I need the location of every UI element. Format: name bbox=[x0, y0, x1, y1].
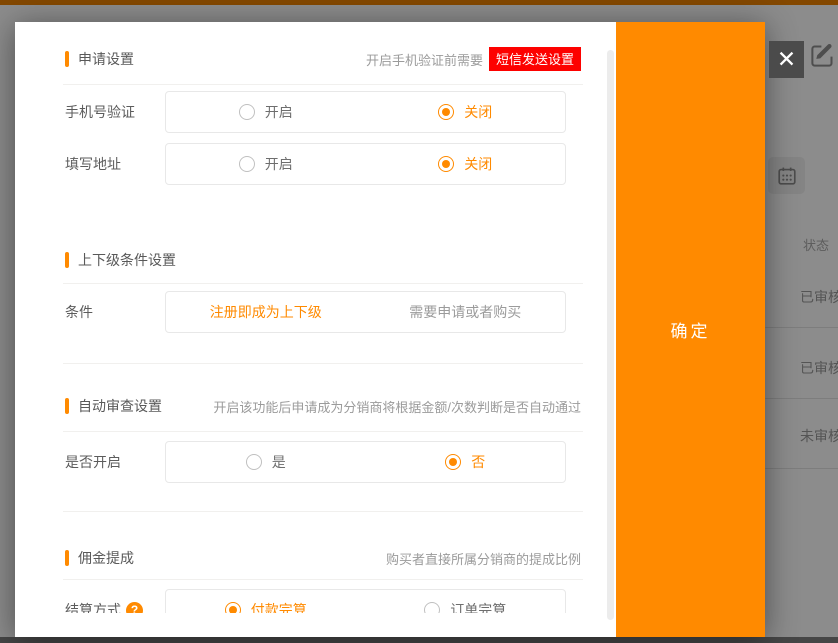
row-label: 条件 bbox=[65, 302, 165, 322]
radio-label: 是 bbox=[272, 452, 286, 472]
row-label: 填写地址 bbox=[65, 154, 165, 174]
row-phone-verify: 手机号验证 开启 关闭 bbox=[65, 91, 581, 133]
section-hint: 购买者直接所属分销商的提成比例 bbox=[386, 549, 581, 568]
radio-icon[interactable] bbox=[438, 104, 454, 120]
settings-modal: 申请设置 开启手机验证前需要 短信发送设置 手机号验证 开启 关闭 bbox=[15, 22, 765, 637]
radio-icon[interactable] bbox=[424, 602, 440, 613]
sms-settings-badge[interactable]: 短信发送设置 bbox=[489, 47, 581, 71]
confirm-button[interactable]: 确定 bbox=[671, 317, 711, 342]
row-settle-mode: 结算方式 ? 付款完算 订单完算 bbox=[65, 589, 581, 613]
condition-option-register[interactable]: 注册即成为上下级 bbox=[166, 302, 366, 322]
section-apply-settings: 申请设置 开启手机验证前需要 短信发送设置 bbox=[65, 50, 581, 68]
radio-label: 否 bbox=[471, 452, 485, 472]
modal-scrollbar[interactable] bbox=[607, 50, 614, 620]
radio-option-on[interactable]: 开启 bbox=[166, 102, 366, 122]
divider bbox=[63, 283, 583, 284]
section-marker bbox=[65, 550, 69, 566]
help-icon[interactable]: ? bbox=[126, 602, 143, 614]
section-relation-settings: 上下级条件设置 bbox=[65, 251, 581, 269]
radio-option-off[interactable]: 关闭 bbox=[366, 102, 566, 122]
condition-option-apply[interactable]: 需要申请或者购买 bbox=[366, 302, 566, 322]
divider bbox=[63, 363, 583, 364]
radio-icon[interactable] bbox=[239, 156, 255, 172]
settle-mode-options: 付款完算 订单完算 bbox=[165, 589, 566, 613]
radio-option-yes[interactable]: 是 bbox=[166, 452, 366, 472]
section-marker bbox=[65, 252, 69, 268]
radio-label: 付款完算 bbox=[251, 600, 307, 613]
settings-modal-body: 申请设置 开启手机验证前需要 短信发送设置 手机号验证 开启 关闭 bbox=[15, 22, 616, 637]
row-condition: 条件 注册即成为上下级 需要申请或者购买 bbox=[65, 291, 581, 333]
section-title: 佣金提成 bbox=[78, 548, 134, 568]
confirm-panel: 确定 bbox=[616, 22, 765, 637]
radio-label: 关闭 bbox=[464, 102, 492, 122]
divider bbox=[63, 511, 583, 512]
hint-text: 开启手机验证前需要 bbox=[366, 50, 483, 69]
radio-option-off[interactable]: 关闭 bbox=[366, 154, 566, 174]
row-auto-enable: 是否开启 是 否 bbox=[65, 441, 581, 483]
section-hint: 开启该功能后申请成为分销商将根据金额/次数判断是否自动通过 bbox=[213, 397, 581, 416]
row-label: 结算方式 ? bbox=[65, 600, 165, 613]
phone-verify-options: 开启 关闭 bbox=[165, 91, 566, 133]
section-hint: 开启手机验证前需要 短信发送设置 bbox=[366, 47, 581, 71]
section-title: 自动审查设置 bbox=[78, 396, 162, 416]
section-marker bbox=[65, 51, 69, 67]
divider bbox=[63, 579, 583, 580]
section-commission: 佣金提成 购买者直接所属分销商的提成比例 bbox=[65, 549, 581, 567]
fill-address-options: 开启 关闭 bbox=[165, 143, 566, 185]
radio-label: 关闭 bbox=[464, 154, 492, 174]
radio-label: 订单完算 bbox=[450, 600, 506, 613]
auto-enable-options: 是 否 bbox=[165, 441, 566, 483]
radio-option-on[interactable]: 开启 bbox=[166, 154, 366, 174]
divider bbox=[63, 431, 583, 432]
row-label: 是否开启 bbox=[65, 452, 165, 472]
section-auto-review: 自动审查设置 开启该功能后申请成为分销商将根据金额/次数判断是否自动通过 bbox=[65, 397, 581, 415]
radio-label: 开启 bbox=[265, 102, 293, 122]
radio-option-no[interactable]: 否 bbox=[366, 452, 566, 472]
row-label: 手机号验证 bbox=[65, 102, 165, 122]
settings-scroll-content: 申请设置 开启手机验证前需要 短信发送设置 手机号验证 开启 关闭 bbox=[15, 22, 616, 613]
radio-icon[interactable] bbox=[225, 602, 241, 613]
row-label-text: 结算方式 bbox=[65, 600, 121, 613]
radio-label: 开启 bbox=[265, 154, 293, 174]
row-fill-address: 填写地址 开启 关闭 bbox=[65, 143, 581, 185]
radio-icon[interactable] bbox=[438, 156, 454, 172]
radio-icon[interactable] bbox=[246, 454, 262, 470]
section-marker bbox=[65, 398, 69, 414]
section-title: 申请设置 bbox=[78, 49, 134, 69]
radio-icon[interactable] bbox=[445, 454, 461, 470]
radio-option-pay-settle[interactable]: 付款完算 bbox=[166, 600, 366, 613]
section-title: 上下级条件设置 bbox=[78, 250, 176, 270]
radio-icon[interactable] bbox=[239, 104, 255, 120]
close-icon[interactable]: ✕ bbox=[769, 41, 804, 78]
radio-option-order-settle[interactable]: 订单完算 bbox=[366, 600, 566, 613]
divider bbox=[63, 84, 583, 85]
condition-options: 注册即成为上下级 需要申请或者购买 bbox=[165, 291, 566, 333]
